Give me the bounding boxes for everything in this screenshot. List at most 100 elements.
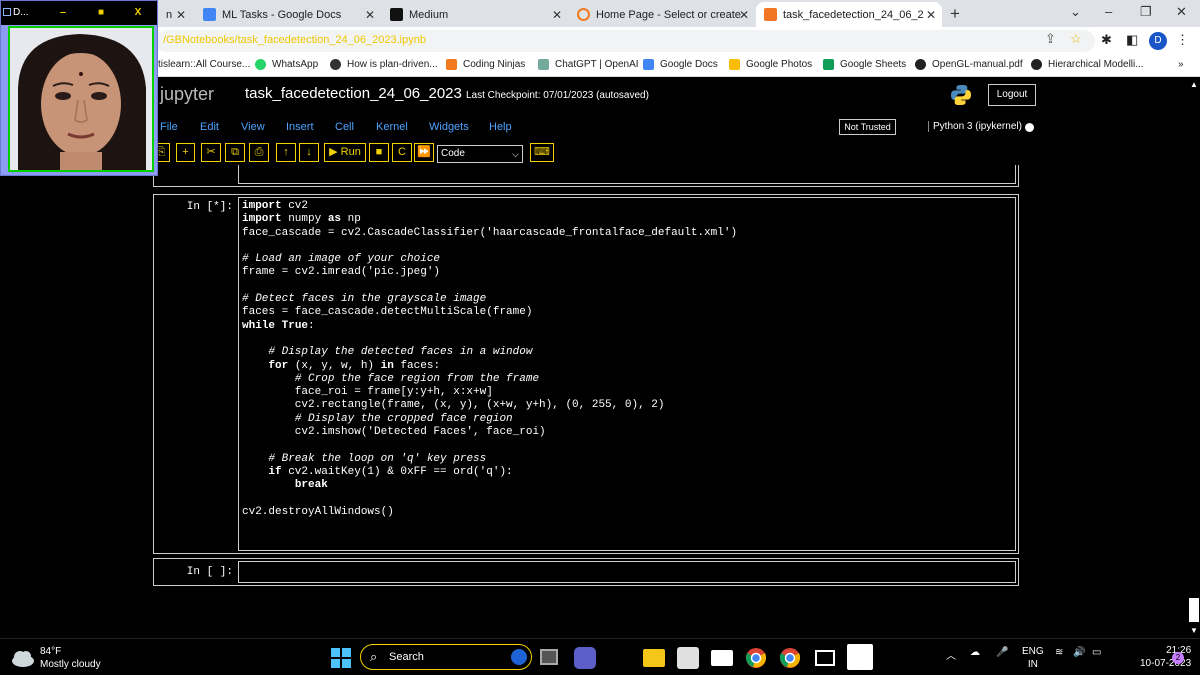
temperature: 84°F bbox=[40, 646, 62, 657]
code-comment: # Crop the face region from the frame bbox=[294, 372, 540, 385]
bookmark-item[interactable]: OpenGL-manual.pdf bbox=[915, 59, 1023, 70]
paste-button[interactable]: ⎙ bbox=[249, 143, 269, 162]
bookmark-item[interactable]: Google Docs bbox=[643, 59, 718, 70]
browser-tab[interactable]: Medium ✕ bbox=[382, 2, 568, 27]
sidepanel-icon[interactable]: ◧ bbox=[1126, 32, 1138, 48]
bookmark-item[interactable]: Google Photos bbox=[729, 59, 812, 70]
bookmark-item[interactable]: Hierarchical Modelli... bbox=[1031, 59, 1144, 70]
close-tab-icon[interactable]: ✕ bbox=[926, 8, 936, 22]
bookmark-item[interactable]: Google Sheets bbox=[823, 59, 906, 70]
taskbar-search[interactable]: ⌕ Search bbox=[360, 644, 532, 670]
scroll-down-icon[interactable]: ▼ bbox=[1190, 626, 1198, 635]
code-line: import cv2 bbox=[242, 200, 737, 213]
close-icon[interactable]: X bbox=[120, 3, 156, 23]
close-tab-icon[interactable]: ✕ bbox=[365, 8, 375, 22]
store-icon[interactable] bbox=[677, 647, 699, 669]
move-down-button[interactable]: ↓ bbox=[299, 143, 319, 162]
battery-icon[interactable]: ▭ bbox=[1092, 647, 1101, 658]
bookmarks-overflow[interactable]: » bbox=[1178, 59, 1184, 70]
menu-cell[interactable]: Cell bbox=[335, 121, 354, 133]
cell-type-select[interactable]: Code ⌵ bbox=[437, 145, 523, 163]
window-titlebar[interactable]: D... ‒ ■ X bbox=[1, 1, 157, 25]
close-tab-icon[interactable]: ✕ bbox=[739, 8, 749, 22]
restart-run-all-button[interactable]: ⏩ bbox=[414, 143, 434, 162]
restore-icon[interactable]: ❐ bbox=[1140, 4, 1152, 20]
browser-tab[interactable]: Home Page - Select or create a n ✕ bbox=[569, 2, 755, 27]
browser-tab[interactable]: n ✕ bbox=[158, 2, 188, 27]
insert-cell-button[interactable]: + bbox=[176, 143, 195, 162]
task-view-icon[interactable] bbox=[540, 649, 558, 665]
menu-kernel[interactable]: Kernel bbox=[376, 121, 408, 133]
logout-button[interactable]: Logout bbox=[988, 84, 1036, 106]
jupyter-logo[interactable]: jupyter bbox=[160, 84, 214, 105]
bookmark-label: Google Photos bbox=[746, 59, 813, 70]
close-window-icon[interactable]: ✕ bbox=[1176, 4, 1187, 20]
browser-tab[interactable]: ML Tasks - Google Docs ✕ bbox=[195, 2, 381, 27]
run-button[interactable]: ▶ Run bbox=[324, 143, 366, 162]
code-editor[interactable]: import cv2 import numpy as np face_cascade… bbox=[242, 200, 737, 519]
notepad-icon[interactable] bbox=[847, 644, 873, 670]
notification-badge[interactable]: 2 bbox=[1172, 652, 1184, 664]
stop-button[interactable]: ■ bbox=[369, 143, 389, 162]
menu-edit[interactable]: Edit bbox=[200, 121, 219, 133]
scroll-up-icon[interactable]: ▲ bbox=[1190, 80, 1198, 89]
volume-icon[interactable]: 🔊 bbox=[1073, 647, 1085, 658]
chrome-icon[interactable] bbox=[745, 647, 767, 669]
address-bar[interactable]: /GBNotebooks/task_facedetection_24_06_20… bbox=[155, 30, 1095, 52]
code-text: faces = face_cascade.detectMultiScale(fr… bbox=[242, 306, 533, 319]
browser-tab-active[interactable]: task_facedetection_24_06_2023 - ✕ bbox=[756, 2, 942, 27]
chrome-profile-icon[interactable] bbox=[779, 647, 801, 669]
menu-widgets[interactable]: Widgets bbox=[429, 121, 469, 133]
onedrive-icon[interactable]: ☁ bbox=[970, 647, 980, 658]
microphone-icon[interactable]: 🎤 bbox=[996, 647, 1008, 658]
detected-faces-window[interactable]: D... ‒ ■ X bbox=[0, 0, 158, 176]
previous-cell-input[interactable] bbox=[238, 165, 1016, 184]
minimize-icon[interactable]: – bbox=[1105, 4, 1112, 19]
bookmark-item[interactable]: ChatGPT | OpenAI bbox=[538, 59, 639, 70]
weather-widget[interactable]: 84°F Mostly cloudy bbox=[40, 645, 101, 671]
chevron-down-icon[interactable]: ⌄ bbox=[1070, 4, 1081, 20]
extensions-icon[interactable]: ✱ bbox=[1101, 32, 1112, 48]
menu-file[interactable]: File bbox=[160, 121, 178, 133]
bookmark-item[interactable]: tislearn::All Course... bbox=[158, 59, 250, 70]
command-palette-button[interactable]: ⌨ bbox=[530, 143, 554, 162]
bookmark-item[interactable]: How is plan-driven... bbox=[330, 59, 438, 70]
code-text: np bbox=[341, 213, 361, 226]
language-indicator[interactable]: ENG IN bbox=[1022, 645, 1044, 671]
share-icon[interactable]: ⇪ bbox=[1045, 31, 1056, 47]
terminal-icon[interactable] bbox=[815, 650, 835, 666]
maximize-icon[interactable]: ■ bbox=[83, 3, 119, 23]
menu-view[interactable]: View bbox=[241, 121, 265, 133]
code-text: numpy bbox=[281, 213, 328, 226]
cloud-icon[interactable] bbox=[10, 647, 36, 669]
scrollbar-thumb[interactable] bbox=[1189, 598, 1199, 622]
restart-button[interactable]: C bbox=[392, 143, 412, 162]
star-icon[interactable]: ☆ bbox=[1070, 31, 1082, 47]
windows-start-icon[interactable] bbox=[330, 647, 352, 669]
close-tab-icon[interactable]: ✕ bbox=[552, 8, 562, 22]
minimize-icon[interactable]: ‒ bbox=[45, 3, 81, 23]
profile-avatar[interactable]: D bbox=[1149, 32, 1167, 50]
page-scrollbar[interactable]: ▲ ▼ bbox=[1188, 78, 1200, 636]
cut-button[interactable]: ✂ bbox=[201, 143, 221, 162]
notebook-title[interactable]: task_facedetection_24_06_2023 bbox=[245, 85, 462, 102]
not-trusted-button[interactable]: Not Trusted bbox=[839, 119, 896, 135]
menu-icon[interactable]: ⋮ bbox=[1176, 32, 1189, 48]
file-explorer-icon[interactable] bbox=[643, 649, 665, 667]
move-up-button[interactable]: ↑ bbox=[276, 143, 296, 162]
code-line: # Display the cropped face region bbox=[242, 413, 737, 426]
copy-button[interactable]: ⧉ bbox=[225, 143, 245, 162]
whatsapp-icon bbox=[255, 59, 266, 70]
new-tab-button[interactable]: + bbox=[950, 4, 960, 24]
wifi-icon[interactable]: ≋ bbox=[1055, 647, 1063, 658]
teams-icon[interactable] bbox=[574, 647, 596, 669]
chevron-up-icon[interactable]: ︿ bbox=[946, 647, 956, 662]
bookmark-item[interactable]: Coding Ninjas bbox=[446, 59, 525, 70]
close-tab-icon[interactable]: ✕ bbox=[176, 8, 186, 22]
code-input-area[interactable] bbox=[238, 561, 1016, 583]
mail-icon[interactable] bbox=[711, 650, 733, 666]
menu-help[interactable]: Help bbox=[489, 121, 512, 133]
bookmark-item[interactable]: WhatsApp bbox=[255, 59, 318, 70]
menu-insert[interactable]: Insert bbox=[286, 121, 314, 133]
